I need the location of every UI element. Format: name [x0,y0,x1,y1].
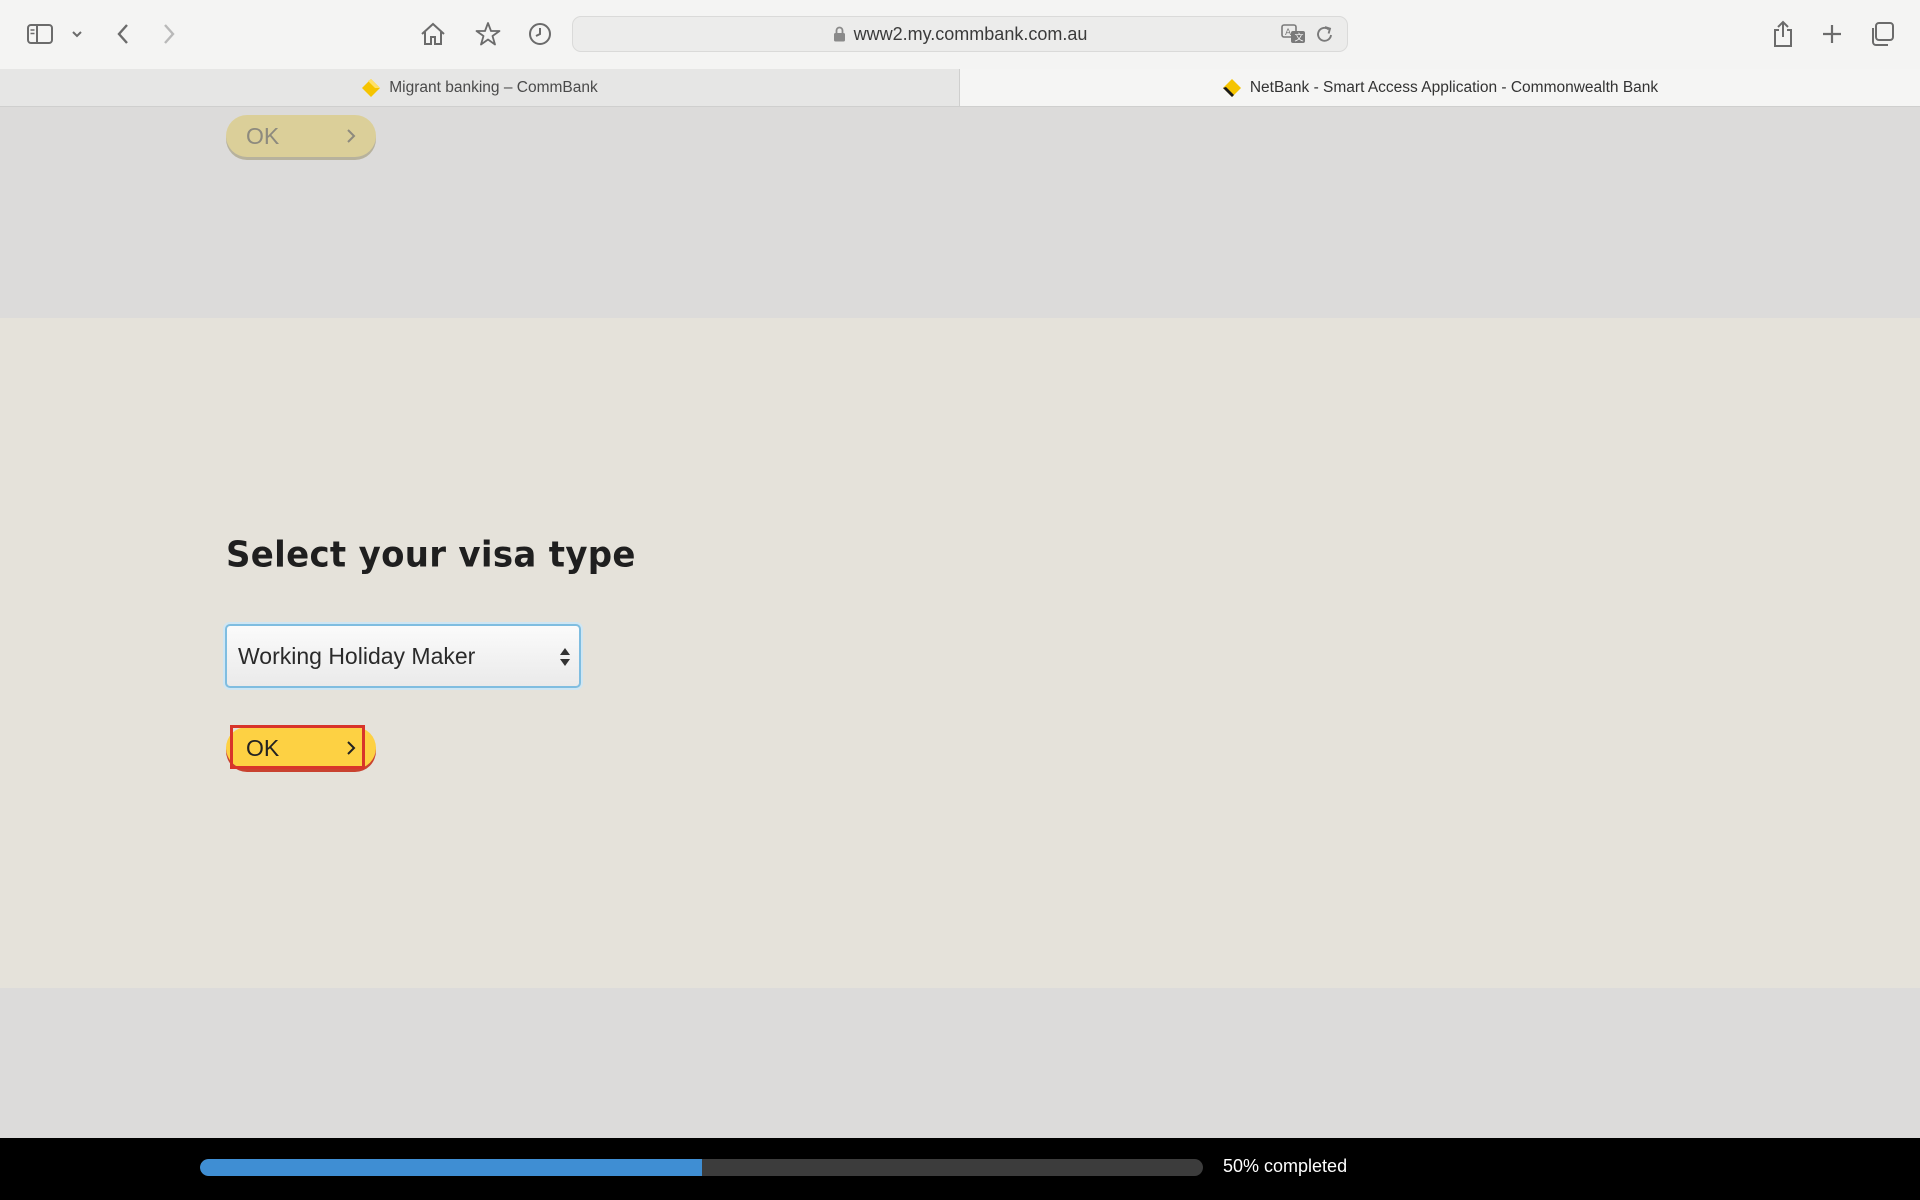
previous-ok-button[interactable]: OK [226,115,376,157]
translate-icon[interactable]: A文 [1281,23,1307,50]
visa-type-value: Working Holiday Maker [238,642,476,669]
chevron-right-icon [346,735,356,762]
progress-bar [200,1159,1203,1176]
progress-footer: 50% completed [0,1138,1920,1200]
commbank-logo-icon [1222,78,1242,98]
tab-migrant-banking[interactable]: Migrant banking – CommBank [0,69,959,106]
chevron-down-icon[interactable] [60,17,94,51]
progress-bar-fill [200,1159,702,1176]
ok-button[interactable]: OK [226,727,376,769]
svg-text:A: A [1285,28,1292,38]
ok-label: OK [246,734,280,761]
home-icon[interactable] [416,17,450,51]
progress-label: 50% completed [1223,1156,1348,1176]
sidebar-icon[interactable] [23,17,57,51]
tabs-overview-icon[interactable] [1865,17,1899,51]
tab-netbank[interactable]: NetBank - Smart Access Application - Com… [959,69,1920,106]
address-url: www2.my.commbank.com.au [853,23,1088,44]
back-icon[interactable] [106,17,140,51]
previous-ok-label: OK [246,122,280,149]
forward-icon[interactable] [152,17,186,51]
select-arrows-icon [559,646,571,673]
history-icon[interactable] [523,17,557,51]
page-title: Select your visa type [226,534,636,576]
lock-icon [833,26,846,42]
browser-toolbar: www2.my.commbank.com.au A文 [0,0,1920,70]
next-question-section [0,988,1920,1138]
visa-type-select[interactable]: Working Holiday Maker [225,624,581,688]
tab-label: NetBank - Smart Access Application - Com… [1249,78,1659,96]
tab-label: Migrant banking – CommBank [389,78,598,96]
star-icon[interactable] [471,17,505,51]
reload-icon[interactable] [1315,23,1335,50]
plus-icon[interactable] [1815,17,1849,51]
chevron-right-icon [346,123,356,150]
commbank-logo-icon [361,78,381,98]
address-bar[interactable]: www2.my.commbank.com.au A文 [572,16,1348,52]
svg-text:文: 文 [1295,32,1304,44]
tab-bar: Migrant banking – CommBank NetBank - Sma… [0,69,1920,107]
share-icon[interactable] [1766,17,1800,51]
